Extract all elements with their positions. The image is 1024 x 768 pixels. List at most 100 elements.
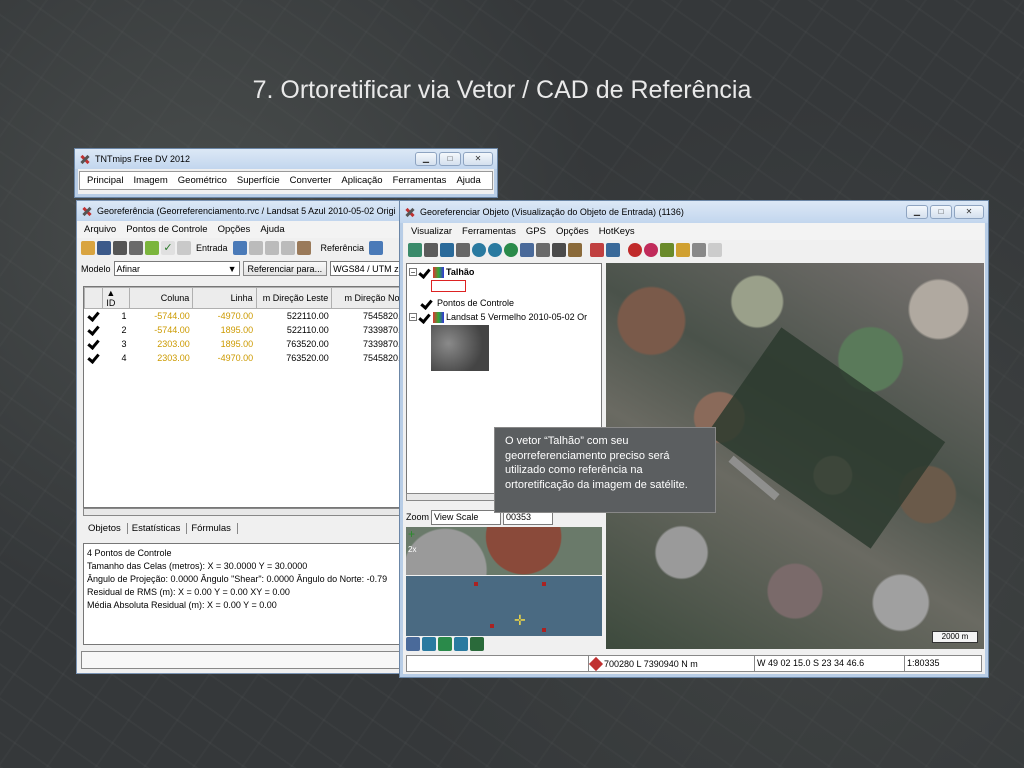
zoom-in-icon[interactable] — [472, 243, 486, 257]
layer-manager-icon[interactable] — [606, 243, 620, 257]
menu-visualizar[interactable]: Visualizar — [411, 226, 452, 237]
col-linha[interactable]: Linha — [192, 287, 257, 309]
collapse-icon[interactable]: − — [409, 268, 417, 277]
open-folder-icon[interactable] — [81, 241, 95, 255]
add-layer-icon[interactable] — [590, 243, 604, 257]
grid-icon[interactable] — [520, 243, 534, 257]
georeferencia-titlebar[interactable]: Georeferência (Georreferenciamento.rvc /… — [77, 201, 405, 221]
point-marker — [474, 582, 478, 586]
georeferenciar-objeto-titlebar[interactable]: Georeferenciar Objeto (Visualização do O… — [400, 201, 988, 223]
slide-title: 7. Ortoretificar via Vetor / CAD de Refe… — [252, 76, 752, 104]
zoom-in-icon[interactable] — [422, 637, 436, 651]
tab-objetos[interactable]: Objetos — [88, 523, 128, 534]
stop-icon[interactable] — [628, 243, 642, 257]
layer-talhao[interactable]: − Talhão — [407, 264, 601, 280]
table-row[interactable]: 42303.00-4970.00763520.007545820.00 — [85, 351, 404, 365]
layer-check-icon[interactable] — [419, 266, 431, 278]
overview-map-upper[interactable]: + 2x — [406, 527, 602, 575]
fit-icon[interactable] — [470, 637, 484, 651]
point-check-icon[interactable] — [88, 309, 100, 321]
zoom-refresh-icon[interactable] — [438, 637, 452, 651]
pan-icon[interactable] — [177, 241, 191, 255]
entrada-tool2-icon[interactable] — [264, 241, 279, 255]
modelo-select[interactable]: Afinar ▼ — [113, 261, 240, 276]
legend-icon[interactable] — [406, 637, 420, 651]
menu-hotkeys[interactable]: HotKeys — [599, 226, 635, 237]
col-norte[interactable]: m Direção Norte — [331, 287, 404, 309]
menu-opcoes[interactable]: Opções — [556, 226, 589, 237]
measure-icon[interactable] — [536, 243, 550, 257]
menu-aplicacao[interactable]: Aplicação — [341, 175, 382, 186]
zoom-out-icon[interactable] — [454, 637, 468, 651]
binoculars-icon[interactable] — [456, 243, 470, 257]
zoom-plus-icon[interactable]: + — [408, 527, 415, 541]
collapse-icon[interactable]: − — [409, 313, 417, 322]
tab-estatisticas[interactable]: Estatísticas — [132, 523, 188, 534]
menu-pontos-de-controle[interactable]: Pontos de Controle — [126, 224, 207, 235]
binoculars2-icon[interactable] — [552, 243, 566, 257]
table-header: ▲ ID Coluna Linha m Direção Leste m Dire… — [84, 287, 404, 309]
minimize-button[interactable]: ▁ — [415, 152, 437, 166]
zoom-red-icon[interactable] — [644, 243, 658, 257]
menu-ferramentas[interactable]: Ferramentas — [462, 226, 516, 237]
statistics-panel: 4 Pontos de Controle Tamanho das Celas (… — [83, 543, 405, 645]
menu-ajuda[interactable]: Ajuda — [260, 224, 284, 235]
entrada-tool4-icon[interactable] — [296, 241, 311, 255]
crs-field[interactable]: WGS84 / UTM zo — [330, 261, 401, 276]
close-button[interactable]: ✕ — [954, 205, 984, 219]
close-button[interactable]: ✕ — [463, 152, 493, 166]
point-check-icon[interactable] — [88, 337, 100, 349]
point-check-icon[interactable] — [88, 351, 100, 363]
tool-a-icon[interactable] — [660, 243, 674, 257]
pan-icon[interactable] — [440, 243, 454, 257]
menu-arquivo[interactable]: Arquivo — [84, 224, 116, 235]
layer-pontos[interactable]: Pontos de Controle — [407, 295, 601, 309]
full-view-icon[interactable] — [424, 243, 438, 257]
table-scrollbar[interactable] — [83, 508, 405, 516]
raster-layer-icon — [433, 311, 444, 323]
tool-c-icon[interactable] — [708, 243, 722, 257]
referenciar-para-button[interactable]: Referenciar para... — [242, 261, 328, 276]
referencia-view-icon[interactable] — [369, 241, 384, 255]
tntmips-titlebar[interactable]: TNTmips Free DV 2012 ▁ □ ✕ — [75, 149, 497, 169]
table-row[interactable]: 2-5744.001895.00522110.007339870.00 — [85, 323, 404, 337]
tool-b-icon[interactable] — [676, 243, 690, 257]
add-point-icon[interactable] — [145, 241, 159, 255]
maximize-button[interactable]: □ — [439, 152, 461, 166]
overview-map-lower[interactable]: ✛ — [406, 576, 602, 636]
car-icon[interactable] — [568, 243, 582, 257]
maximize-button[interactable]: □ — [930, 205, 952, 219]
menu-ferramentas[interactable]: Ferramentas — [393, 175, 447, 186]
layer-check-icon[interactable] — [421, 297, 433, 309]
entrada-view-icon[interactable] — [232, 241, 247, 255]
checkmark-icon[interactable]: ✓ — [161, 241, 175, 255]
crosshair-icon[interactable] — [692, 243, 706, 257]
entrada-tool3-icon[interactable] — [280, 241, 295, 255]
redraw-icon[interactable] — [408, 243, 422, 257]
layer-check-icon[interactable] — [419, 311, 431, 323]
menu-ajuda[interactable]: Ajuda — [456, 175, 480, 186]
table-row[interactable]: 32303.001895.00763520.007339870.00 — [85, 337, 404, 351]
zoom-select[interactable]: View Scale — [431, 509, 502, 525]
menu-imagem[interactable]: Imagem — [133, 175, 167, 186]
col-coluna[interactable]: Coluna — [128, 287, 194, 309]
col-leste[interactable]: m Direção Leste — [255, 287, 333, 309]
minimize-button[interactable]: ▁ — [906, 205, 928, 219]
point-check-icon[interactable] — [88, 323, 100, 335]
menu-geometrico[interactable]: Geométrico — [178, 175, 227, 186]
list-icon[interactable] — [113, 241, 127, 255]
menu-opcoes[interactable]: Opções — [218, 224, 251, 235]
copy-icon[interactable] — [129, 241, 143, 255]
menu-principal[interactable]: Principal — [87, 175, 123, 186]
zoom-box-icon[interactable] — [504, 243, 518, 257]
col-id[interactable]: ▲ ID — [102, 287, 130, 309]
save-icon[interactable] — [97, 241, 111, 255]
zoom-out-icon[interactable] — [488, 243, 502, 257]
layer-landsat[interactable]: − Landsat 5 Vermelho 2010-05-02 Or — [407, 309, 601, 325]
table-row[interactable]: 1-5744.00-4970.00522110.007545820.00 — [85, 309, 404, 324]
menu-converter[interactable]: Converter — [290, 175, 332, 186]
tab-formulas[interactable]: Fórmulas — [191, 523, 238, 534]
entrada-tool-icon[interactable] — [248, 241, 263, 255]
menu-superficie[interactable]: Superfície — [237, 175, 280, 186]
menu-gps[interactable]: GPS — [526, 226, 546, 237]
